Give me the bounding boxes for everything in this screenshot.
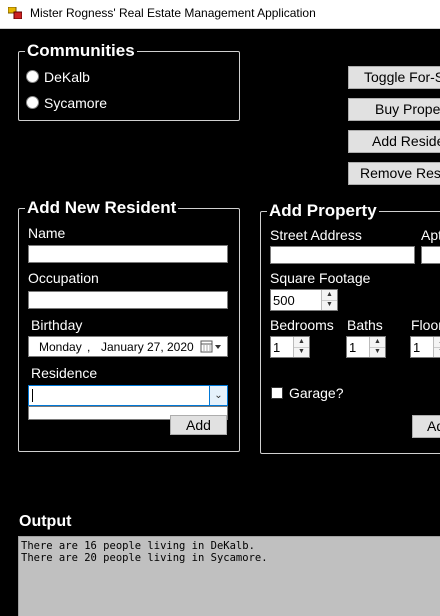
radio-dekalb-label[interactable]: DeKalb	[44, 69, 90, 85]
remove-resident-button[interactable]: Remove Resident	[348, 162, 440, 185]
add-property-heading: Add Property	[269, 201, 377, 220]
add-property-submit-button[interactable]: Add	[412, 415, 440, 438]
residence-combobox[interactable]: ⌄	[28, 385, 228, 406]
birthday-day[interactable]: 27,	[147, 340, 164, 354]
bedrooms-spin[interactable]: ▲ ▼	[293, 337, 309, 357]
chevron-down-icon[interactable]: ⌄	[209, 386, 227, 405]
radio-dekalb[interactable]	[26, 70, 39, 83]
communities-heading: Communities	[27, 41, 135, 60]
floors-stepper[interactable]: 1 ▲ ▼	[410, 336, 440, 358]
birthday-weekday[interactable]: Monday	[39, 340, 82, 354]
garage-label[interactable]: Garage?	[289, 385, 343, 401]
square-footage-label: Square Footage	[270, 270, 371, 286]
app-window-icon	[8, 7, 22, 19]
main-window-client: Communities DeKalb Sycamore Toggle For-S…	[0, 29, 440, 616]
birthday-month[interactable]: January	[101, 340, 144, 354]
apt-input[interactable]	[421, 246, 440, 264]
birthday-separator: ,	[87, 340, 91, 354]
bedrooms-stepper[interactable]: 1 ▲ ▼	[270, 336, 310, 358]
square-footage-value: 500	[273, 293, 295, 308]
apt-label: Apt	[421, 227, 440, 243]
window-title: Mister Rogness' Real Estate Management A…	[30, 6, 316, 20]
name-label: Name	[28, 225, 66, 241]
floors-label: Floors	[411, 317, 440, 333]
baths-spin[interactable]: ▲ ▼	[369, 337, 385, 357]
floors-value: 1	[413, 340, 421, 355]
birthday-label: Birthday	[31, 317, 83, 333]
add-resident-submit-button[interactable]: Add	[170, 415, 227, 435]
calendar-icon[interactable]	[200, 340, 222, 354]
add-resident-button[interactable]: Add Resident	[348, 130, 440, 153]
buy-property-button[interactable]: Buy Property	[348, 98, 440, 121]
baths-stepper[interactable]: 1 ▲ ▼	[346, 336, 386, 358]
output-log[interactable]: There are 16 people living in DeKalb. Th…	[18, 536, 440, 616]
residence-label: Residence	[31, 365, 98, 381]
square-footage-stepper[interactable]: 500 ▲ ▼	[270, 289, 338, 311]
arrow-down-icon[interactable]: ▼	[294, 347, 309, 357]
baths-value: 1	[349, 340, 357, 355]
arrow-down-icon[interactable]: ▼	[370, 347, 385, 357]
title-bar: Mister Rogness' Real Estate Management A…	[0, 0, 440, 29]
street-address-label: Street Address	[270, 227, 362, 243]
output-heading: Output	[19, 513, 72, 530]
birthday-date-picker[interactable]: Monday , January 27, 2020	[28, 336, 228, 357]
garage-checkbox[interactable]	[271, 387, 283, 399]
radio-sycamore-label[interactable]: Sycamore	[44, 95, 107, 111]
name-input[interactable]	[28, 245, 228, 263]
baths-label: Baths	[347, 317, 383, 333]
text-caret	[32, 389, 33, 402]
street-address-input[interactable]	[270, 246, 415, 264]
bedrooms-value: 1	[273, 340, 281, 355]
toggle-for-sale-button[interactable]: Toggle For-Sale	[348, 66, 440, 89]
floors-spin[interactable]: ▲ ▼	[433, 337, 440, 357]
add-resident-heading: Add New Resident	[27, 198, 177, 217]
birthday-year[interactable]: 2020	[167, 340, 194, 354]
arrow-down-icon[interactable]: ▼	[434, 347, 440, 357]
arrow-down-icon[interactable]: ▼	[322, 300, 337, 310]
occupation-input[interactable]	[28, 291, 228, 309]
bedrooms-label: Bedrooms	[270, 317, 334, 333]
square-footage-spin[interactable]: ▲ ▼	[321, 290, 337, 310]
radio-sycamore[interactable]	[26, 96, 39, 109]
occupation-label: Occupation	[28, 270, 99, 286]
